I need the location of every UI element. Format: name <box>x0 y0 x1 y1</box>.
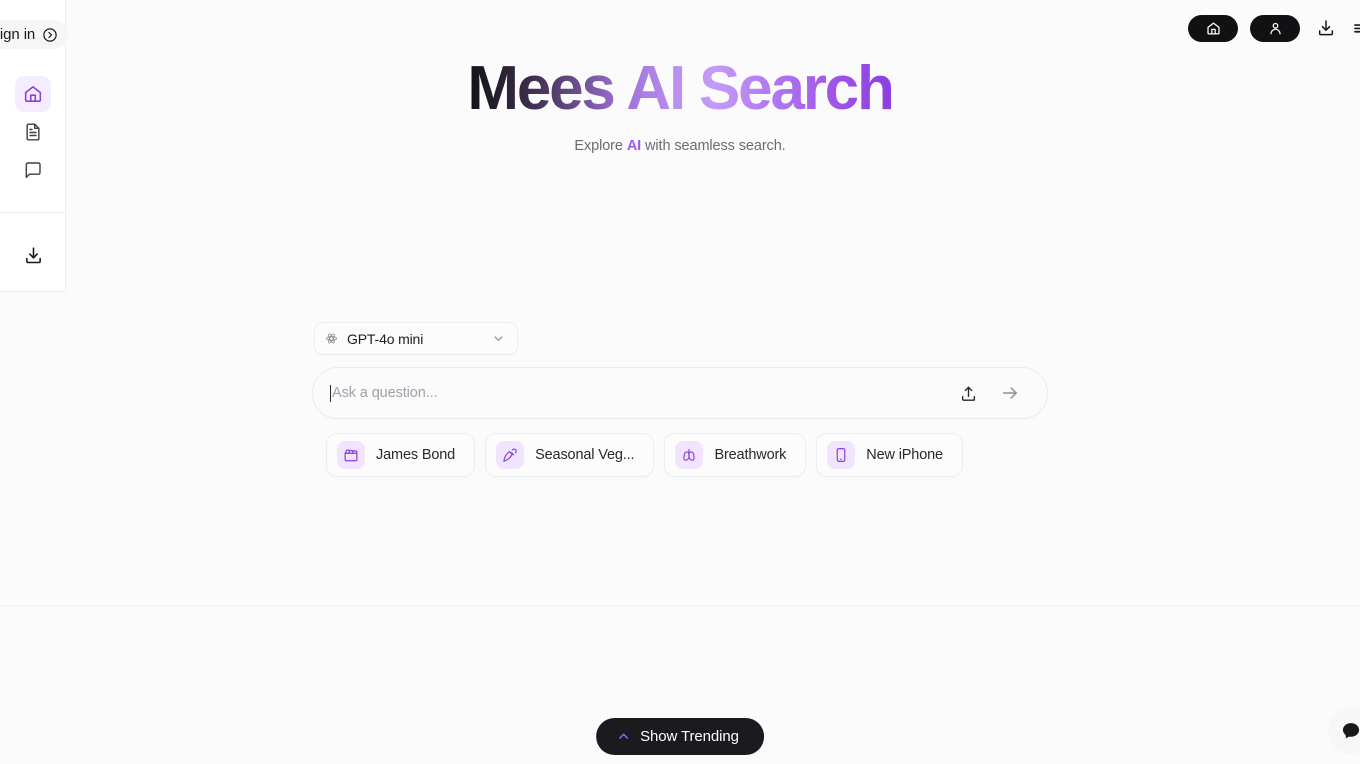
model-selector-value: GPT-4o mini <box>347 330 424 347</box>
sidebar-item-home[interactable] <box>15 76 51 112</box>
subtitle-before: Explore <box>574 137 627 154</box>
topbar-home-button[interactable] <box>1188 14 1238 42</box>
suggestion-chip-label: New iPhone <box>866 447 943 463</box>
sidebar-bottom <box>0 235 66 275</box>
help-chat-button[interactable] <box>1328 708 1360 754</box>
top-right-toolbar <box>1188 14 1360 42</box>
suggestion-chip-label: Breathwork <box>714 447 787 463</box>
sidebar-divider <box>0 212 66 213</box>
chat-help-icon <box>1340 720 1360 742</box>
suggestion-chip-seasonal-veg[interactable]: Seasonal Veg... <box>485 433 655 477</box>
page-subtitle: Explore AI with seamless search. <box>0 138 1360 154</box>
show-trending-button[interactable]: Show Trending <box>596 718 764 755</box>
arrow-circle-right-icon <box>42 27 58 43</box>
subtitle-highlight: AI <box>626 137 642 154</box>
suggestion-chip-label: Seasonal Veg... <box>535 447 635 463</box>
download-icon <box>1316 18 1336 38</box>
topbar-install-button[interactable] <box>1312 14 1340 42</box>
search-input-container[interactable]: Ask a question... <box>312 367 1048 419</box>
file-text-icon <box>23 122 43 142</box>
suggestion-chip-james-bond[interactable]: James Bond <box>326 433 476 477</box>
more-icon <box>1352 18 1360 38</box>
topbar-account-button[interactable] <box>1250 14 1300 42</box>
suggestion-chip-label: James Bond <box>376 447 456 463</box>
search-panel: GPT-4o mini Ask a question... James Bond… <box>312 322 1048 477</box>
download-icon <box>23 245 44 266</box>
submit-search-button[interactable] <box>995 378 1025 408</box>
clapperboard-icon <box>337 441 365 469</box>
message-square-icon <box>23 160 43 180</box>
user-icon <box>1268 21 1283 36</box>
arrow-right-icon <box>1000 383 1020 403</box>
sign-in-button[interactable]: Sign in <box>0 20 69 49</box>
suggestion-chips: James Bond Seasonal Veg... Breathwork Ne… <box>312 433 1048 477</box>
openai-logo-icon <box>325 332 338 345</box>
chevron-down-icon <box>491 331 506 346</box>
upload-icon <box>959 384 978 403</box>
topbar-more-button[interactable] <box>1352 14 1360 42</box>
suggestion-chip-breathwork[interactable]: Breathwork <box>664 433 807 477</box>
text-cursor <box>330 384 331 402</box>
page-title: Mees AI Search <box>467 54 894 123</box>
show-trending-label: Show Trending <box>640 728 739 745</box>
attach-file-button[interactable] <box>953 378 983 408</box>
sidebar-nav <box>0 74 66 190</box>
sidebar-item-chat[interactable] <box>15 152 51 188</box>
smartphone-icon <box>827 441 856 469</box>
suggestion-chip-new-iphone[interactable]: New iPhone <box>816 433 963 477</box>
sidebar-item-install[interactable] <box>15 237 51 273</box>
sign-in-label: Sign in <box>0 26 36 43</box>
lungs-icon <box>675 441 704 469</box>
search-input[interactable]: Ask a question... <box>332 385 953 401</box>
hero-section: Mees AI Search Explore AI with seamless … <box>0 54 1360 154</box>
model-selector[interactable]: GPT-4o mini <box>314 322 518 355</box>
chevron-up-icon <box>616 729 631 744</box>
subtitle-after: with seamless search. <box>641 137 786 154</box>
carrot-icon <box>496 441 525 469</box>
home-icon <box>1206 21 1221 36</box>
home-icon <box>23 84 43 104</box>
section-divider <box>0 605 1360 606</box>
sidebar-item-documents[interactable] <box>15 114 51 150</box>
